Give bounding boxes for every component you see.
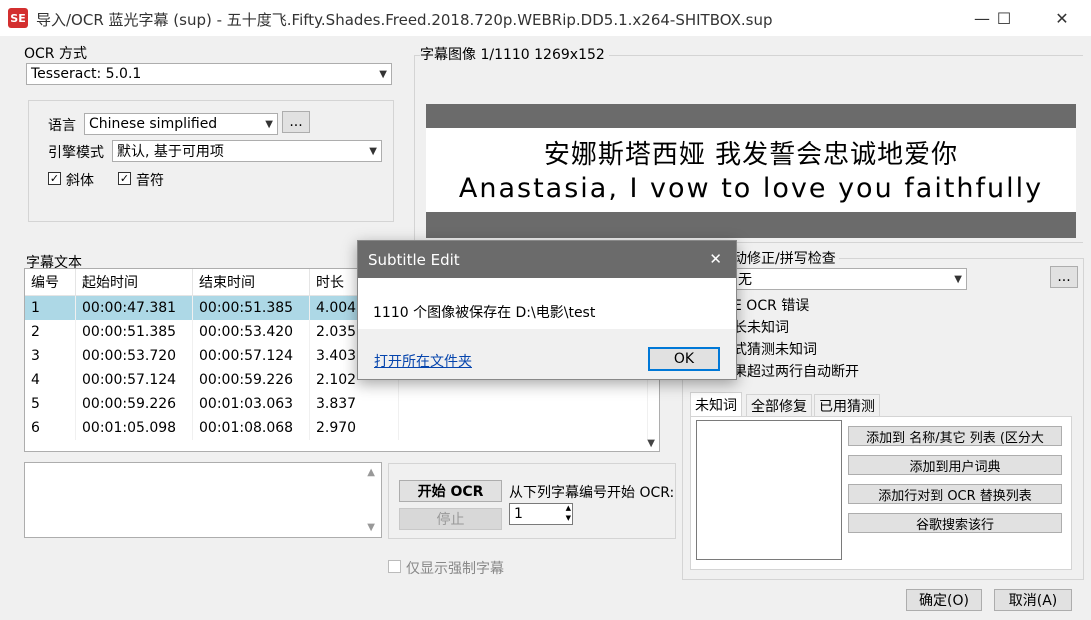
scroll-down-icon[interactable]: ▼: [647, 438, 655, 449]
column-header[interactable]: 起始时间: [75, 269, 193, 296]
maximize-button[interactable]: ☐: [981, 0, 1027, 36]
dictionary-value: 无: [738, 272, 752, 288]
dialog-ok-button[interactable]: OK: [648, 347, 720, 371]
table-row[interactable]: 5 00:00:59.226 00:01:03.063 3.837: [25, 392, 648, 416]
engine-value: 默认, 基于可用项: [117, 144, 224, 160]
unknown-words-list[interactable]: [696, 420, 842, 560]
cell-num: 2: [25, 320, 76, 344]
cell-start: 00:00:51.385: [75, 320, 193, 344]
add-to-ocr-replace-button[interactable]: 添加行对到 OCR 替换列表: [848, 484, 1062, 504]
chevron-down-icon: ▼: [954, 273, 962, 285]
spellcheck-title: 动修正/拼写检查: [733, 248, 839, 268]
chevron-down-icon: ▼: [265, 118, 273, 130]
dialog-title: Subtitle Edit: [368, 251, 460, 269]
image-header: 字幕图像 1/1110 1269x152: [420, 44, 609, 64]
italic-label: 斜体: [66, 173, 94, 189]
cell-end: 00:01:03.063: [192, 392, 310, 416]
engine-select[interactable]: 默认, 基于可用项 ▼: [112, 140, 382, 162]
cell-duration: 2.970: [309, 416, 399, 440]
cell-end: 00:00:57.124: [192, 344, 310, 368]
spellcheck-option-2[interactable]: 长未知词: [733, 317, 789, 337]
dialog-close-icon[interactable]: ✕: [709, 250, 722, 268]
stepper-up-icon[interactable]: ▲: [566, 504, 571, 513]
image-line-2: Anastasia, I vow to love you faithfully: [458, 173, 1044, 204]
cell-num: 5: [25, 392, 76, 416]
dialog-footer: 打开所在文件夹 OK: [358, 329, 736, 379]
language-value: Chinese simplified: [89, 116, 218, 132]
language-select[interactable]: Chinese simplified ▼: [84, 113, 278, 135]
dialog-message: 1110 个图像被保存在 D:\电影\test: [373, 305, 596, 321]
tab-unknown-words[interactable]: 未知词: [690, 392, 742, 416]
engine-label: 引擎模式: [48, 145, 104, 161]
cell-start: 00:00:59.226: [75, 392, 193, 416]
cell-duration: 3.837: [309, 392, 399, 416]
start-from-value: 1: [514, 506, 523, 522]
subtitle-image-preview: 安娜斯塔西娅 我发誓会忠诚地爱你 Anastasia, I vow to lov…: [426, 104, 1076, 238]
cell-end: 00:00:59.226: [192, 368, 310, 392]
dictionary-select[interactable]: 无 ▼: [733, 268, 967, 290]
add-to-names-button[interactable]: 添加到 名称/其它 列表 (区分大: [848, 426, 1062, 446]
spellcheck-option-1[interactable]: E OCR 错误: [733, 295, 809, 315]
cell-start: 00:00:47.381: [75, 295, 193, 320]
ocr-method-select[interactable]: Tesseract: 5.0.1 ▼: [26, 63, 392, 85]
google-search-button[interactable]: 谷歌搜索该行: [848, 513, 1062, 533]
spellcheck-option-4[interactable]: 果超过两行自动断开: [733, 361, 859, 381]
chevron-down-icon: ▼: [379, 68, 387, 80]
ocr-method-value: Tesseract: 5.0.1: [31, 66, 142, 82]
italic-checkbox[interactable]: ✓: [48, 172, 61, 185]
cell-end: 00:01:08.068: [192, 416, 310, 440]
scroll-down-icon[interactable]: ▼: [367, 522, 375, 533]
cell-num: 4: [25, 368, 76, 392]
cell-empty: [398, 416, 648, 440]
tab-used-guesses[interactable]: 已用猜测: [814, 394, 880, 416]
cell-start: 00:00:57.124: [75, 368, 193, 392]
stepper-down-icon[interactable]: ▼: [566, 514, 571, 523]
start-ocr-button[interactable]: 开始 OCR: [399, 480, 502, 502]
column-header[interactable]: 编号: [25, 269, 76, 296]
start-from-stepper[interactable]: 1 ▲ ▼: [509, 503, 573, 525]
language-more-button[interactable]: ...: [282, 111, 310, 133]
table-row[interactable]: 6 00:01:05.098 00:01:08.068 2.970: [25, 416, 648, 440]
open-folder-link[interactable]: 打开所在文件夹: [374, 351, 472, 371]
music-checkbox[interactable]: ✓: [118, 172, 131, 185]
app-icon: SE: [8, 8, 28, 28]
cell-start: 00:01:05.098: [75, 416, 193, 440]
add-to-user-dictionary-button[interactable]: 添加到用户词典: [848, 455, 1062, 475]
stop-button[interactable]: 停止: [399, 508, 502, 530]
dialog-title-bar: Subtitle Edit ✕: [358, 241, 736, 278]
dictionary-more-button[interactable]: ...: [1050, 266, 1078, 288]
forced-only-checkbox[interactable]: [388, 560, 401, 573]
image-line-1: 安娜斯塔西娅 我发誓会忠诚地爱你: [543, 140, 959, 170]
music-label: 音符: [136, 173, 164, 189]
scroll-up-icon[interactable]: ▲: [367, 467, 375, 478]
cell-empty: [398, 392, 648, 416]
ok-button[interactable]: 确定(O): [906, 589, 982, 611]
window-title: 导入/OCR 蓝光字幕 (sup) - 五十度飞.Fifty.Shades.Fr…: [36, 11, 773, 29]
close-button[interactable]: ✕: [1039, 0, 1085, 36]
language-label: 语言: [48, 118, 76, 134]
cell-num: 1: [25, 295, 76, 320]
column-header[interactable]: 结束时间: [192, 269, 310, 296]
start-from-label: 从下列字幕编号开始 OCR:: [509, 485, 675, 501]
spellcheck-option-3[interactable]: 式猜测未知词: [733, 339, 817, 359]
forced-only-label: 仅显示强制字幕: [406, 561, 504, 577]
cell-end: 00:00:51.385: [192, 295, 310, 320]
spellcheck-tabs: 未知词 全部修复 已用猜测: [690, 392, 1070, 416]
cell-num: 6: [25, 416, 76, 440]
title-bar: SE 导入/OCR 蓝光字幕 (sup) - 五十度飞.Fifty.Shades…: [0, 0, 1091, 36]
tab-fix-all[interactable]: 全部修复: [746, 394, 812, 416]
ocr-group-title: OCR 方式: [24, 46, 87, 62]
cell-num: 3: [25, 344, 76, 368]
cell-end: 00:00:53.420: [192, 320, 310, 344]
subtitle-text-editor[interactable]: ▲ ▼: [24, 462, 382, 538]
cell-start: 00:00:53.720: [75, 344, 193, 368]
chevron-down-icon: ▼: [369, 145, 377, 157]
message-dialog: Subtitle Edit ✕ 1110 个图像被保存在 D:\电影\test …: [357, 240, 737, 380]
cancel-button[interactable]: 取消(A): [994, 589, 1072, 611]
